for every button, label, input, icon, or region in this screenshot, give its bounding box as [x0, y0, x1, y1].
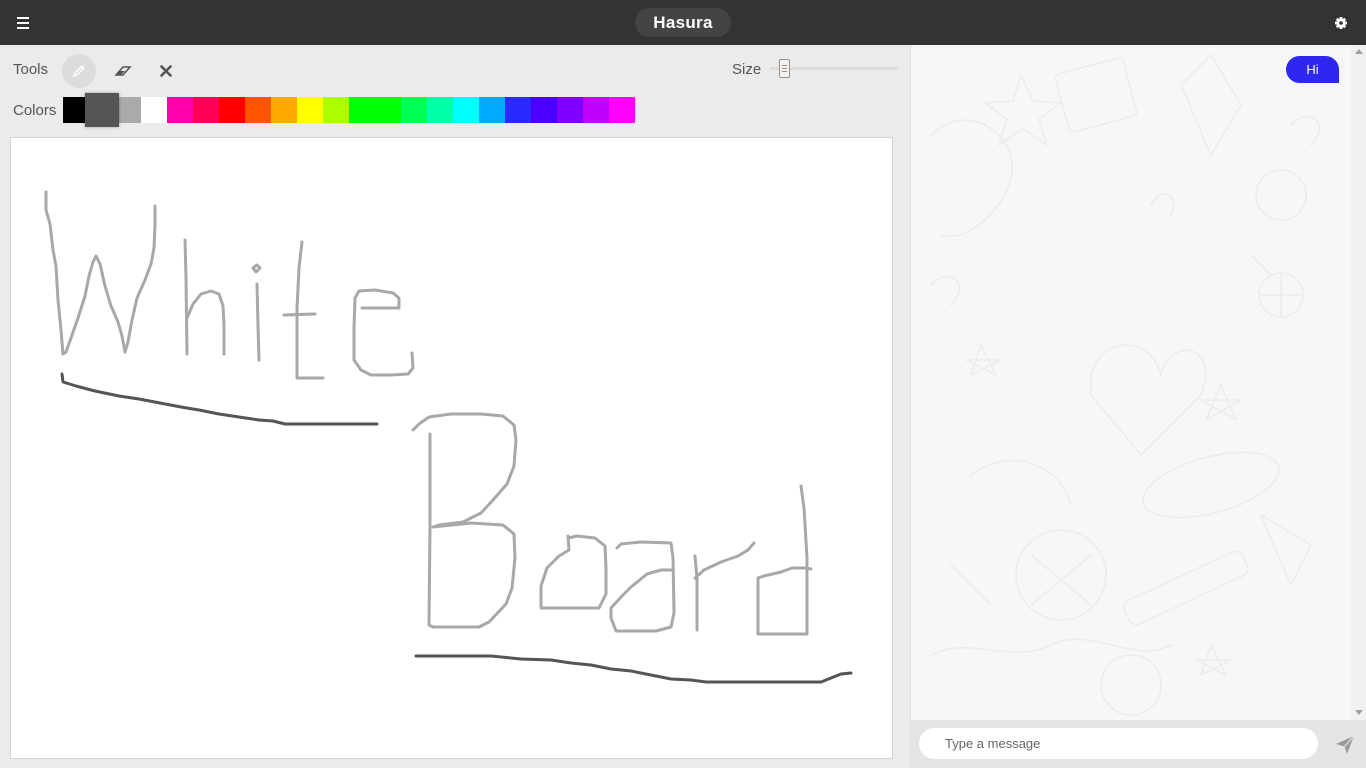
- color-swatch[interactable]: [609, 97, 635, 123]
- chat-scrollbar[interactable]: [1351, 45, 1366, 720]
- drawing-canvas[interactable]: [10, 137, 893, 759]
- drawing-strokes: [44, 190, 853, 684]
- hamburger-menu-icon[interactable]: [14, 12, 34, 32]
- color-swatch[interactable]: [349, 97, 375, 123]
- app-title: Hasura: [635, 8, 731, 37]
- message-input[interactable]: [919, 728, 1318, 759]
- gear-icon[interactable]: [1331, 13, 1351, 33]
- chat-message-bubble: Hi: [1286, 56, 1339, 83]
- color-swatch[interactable]: [427, 97, 453, 123]
- color-swatch[interactable]: [193, 97, 219, 123]
- color-swatch[interactable]: [531, 97, 557, 123]
- color-palette: [63, 93, 635, 127]
- color-swatch[interactable]: [167, 97, 193, 123]
- color-swatch[interactable]: [479, 97, 505, 123]
- size-slider-thumb[interactable]: [779, 59, 790, 78]
- color-swatch[interactable]: [375, 97, 401, 123]
- chat-input-bar: [911, 720, 1366, 768]
- send-icon[interactable]: [1335, 735, 1355, 755]
- tools-label: Tools: [13, 61, 49, 78]
- pencil-icon: [72, 65, 85, 78]
- chat-panel: Hi: [910, 45, 1366, 768]
- close-icon: [160, 65, 172, 77]
- color-swatch[interactable]: [557, 97, 583, 123]
- color-swatch[interactable]: [583, 97, 609, 123]
- color-swatch[interactable]: [323, 97, 349, 123]
- scroll-up-icon[interactable]: [1355, 49, 1363, 54]
- color-swatch[interactable]: [297, 97, 323, 123]
- top-bar: Hasura: [0, 0, 1366, 45]
- color-swatch[interactable]: [85, 93, 119, 127]
- eraser-tool-button[interactable]: [106, 54, 140, 88]
- pencil-tool-button[interactable]: [62, 54, 96, 88]
- color-swatch[interactable]: [245, 97, 271, 123]
- color-swatch[interactable]: [271, 97, 297, 123]
- color-swatch[interactable]: [219, 97, 245, 123]
- eraser-icon: [114, 66, 132, 76]
- clear-tool-button[interactable]: [149, 54, 183, 88]
- color-swatch[interactable]: [401, 97, 427, 123]
- color-swatch[interactable]: [505, 97, 531, 123]
- scroll-down-icon[interactable]: [1355, 710, 1363, 715]
- colors-label: Colors: [13, 102, 57, 119]
- chat-background-doodles: [930, 54, 1321, 716]
- whiteboard-panel: Tools Size Colors: [0, 45, 910, 768]
- color-swatch[interactable]: [141, 97, 167, 123]
- size-label: Size: [732, 61, 762, 78]
- color-swatch[interactable]: [453, 97, 479, 123]
